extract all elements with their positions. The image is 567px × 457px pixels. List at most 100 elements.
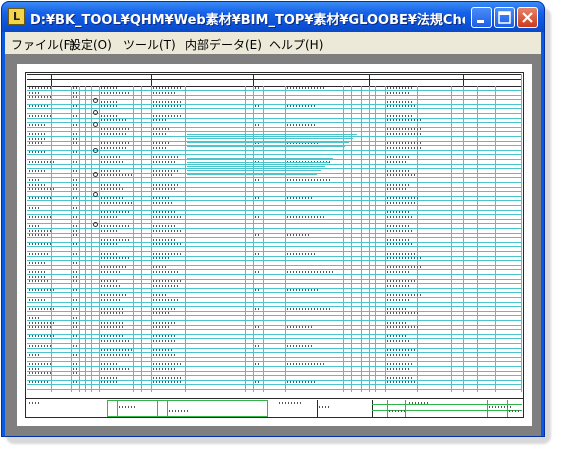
row-item-text — [153, 202, 173, 204]
table-column-line — [133, 86, 134, 392]
table-row-line — [27, 366, 522, 367]
table-row-line — [187, 170, 321, 171]
table-column-line — [79, 86, 80, 392]
row-code-text — [73, 138, 78, 140]
table-row-line — [27, 320, 522, 321]
row-item-text — [101, 335, 123, 337]
row-item-text — [153, 161, 177, 163]
row-item-text — [153, 308, 177, 310]
row-label-text — [29, 87, 51, 89]
row-item-text — [101, 128, 129, 130]
minimize-button[interactable] — [471, 7, 492, 28]
row-code-text — [255, 179, 260, 181]
table-row-line — [27, 108, 522, 109]
row-item-text — [387, 133, 421, 135]
close-button[interactable] — [517, 7, 538, 28]
table-row-line — [27, 306, 522, 307]
row-label-text — [29, 188, 55, 190]
table-row-line — [187, 134, 357, 135]
menu-file[interactable]: ファイル(F) — [11, 36, 75, 53]
row-item-text — [153, 147, 167, 149]
table-row-line — [27, 95, 522, 96]
check-circle-icon — [93, 222, 98, 227]
table-row-line — [27, 122, 522, 123]
drawing-sheet[interactable] — [17, 64, 532, 426]
row-item-text — [287, 179, 331, 181]
row-label-text — [29, 92, 39, 94]
row-label-text — [29, 262, 45, 264]
row-item-text — [387, 184, 409, 186]
row-item-text — [101, 87, 119, 89]
row-item-text — [287, 308, 331, 310]
row-code-text — [73, 87, 78, 89]
table-column-line — [263, 86, 264, 392]
table-row-line — [27, 214, 522, 215]
table-right-line — [521, 74, 522, 392]
row-item-text — [101, 322, 123, 324]
row-item-text — [101, 142, 129, 144]
document-view[interactable] — [5, 54, 541, 436]
table-row-line — [27, 219, 522, 220]
title-block-line — [405, 400, 406, 417]
table-row-line — [187, 158, 333, 159]
row-code-text — [73, 368, 78, 370]
maximize-button[interactable] — [494, 7, 515, 28]
row-label-text — [29, 105, 49, 107]
row-item-text — [101, 299, 121, 301]
title-block-text — [29, 402, 41, 404]
row-label-text — [29, 243, 51, 245]
row-item-text — [153, 133, 167, 135]
row-item-text — [101, 230, 119, 232]
row-code-text — [73, 197, 78, 199]
menu-internal-data[interactable]: 内部データ(E) — [185, 36, 262, 53]
row-item-text — [153, 322, 177, 324]
row-item-text — [153, 340, 175, 342]
check-circle-icon — [93, 192, 98, 197]
menu-help[interactable]: ヘルプ(H) — [269, 36, 323, 53]
title-block-line — [372, 404, 522, 405]
row-item-text — [101, 101, 119, 103]
row-code-text — [73, 105, 78, 107]
row-item-text — [387, 243, 413, 245]
row-item-text — [387, 368, 411, 370]
title-block-line — [487, 400, 488, 417]
row-code-text — [73, 133, 78, 135]
row-item-text — [153, 294, 167, 296]
row-item-text — [387, 87, 413, 89]
menu-settings[interactable]: 設定(O) — [69, 36, 112, 53]
row-label-text — [29, 271, 47, 273]
row-code-text — [73, 92, 78, 94]
row-item-text — [387, 280, 415, 282]
row-item-text — [101, 377, 119, 379]
menu-tools[interactable]: ツール(T) — [123, 36, 176, 53]
row-item-text — [153, 230, 183, 232]
row-label-text — [29, 280, 49, 282]
table-column-line — [141, 86, 142, 392]
table-row-line — [27, 246, 522, 247]
row-item-text — [153, 299, 179, 301]
title-bar[interactable]: L D:¥BK_TOOL¥QHM¥Web素材¥BIM_TOP¥素材¥GLOOBE… — [2, 2, 544, 32]
row-item-text — [101, 147, 127, 149]
row-item-text — [387, 197, 419, 199]
row-label-text — [29, 372, 51, 374]
row-code-text — [73, 253, 78, 255]
table-row-line — [27, 200, 522, 201]
table-row-line — [27, 389, 522, 390]
row-item-text — [101, 211, 131, 213]
row-item-text — [387, 312, 419, 314]
row-item-text — [387, 119, 421, 121]
row-item-text — [387, 253, 415, 255]
title-block-text — [489, 406, 513, 408]
row-code-text — [73, 262, 78, 264]
table-row-line — [27, 223, 522, 224]
row-label-text — [29, 115, 51, 117]
row-code-text — [73, 124, 78, 126]
table-row-line — [27, 205, 522, 206]
row-item-text — [101, 239, 131, 241]
app-icon[interactable]: L — [8, 8, 25, 25]
table-row-line — [27, 274, 522, 275]
table-column-line — [245, 86, 246, 392]
row-label-text — [29, 133, 45, 135]
row-code-text — [255, 87, 260, 89]
row-item-text — [101, 216, 119, 218]
